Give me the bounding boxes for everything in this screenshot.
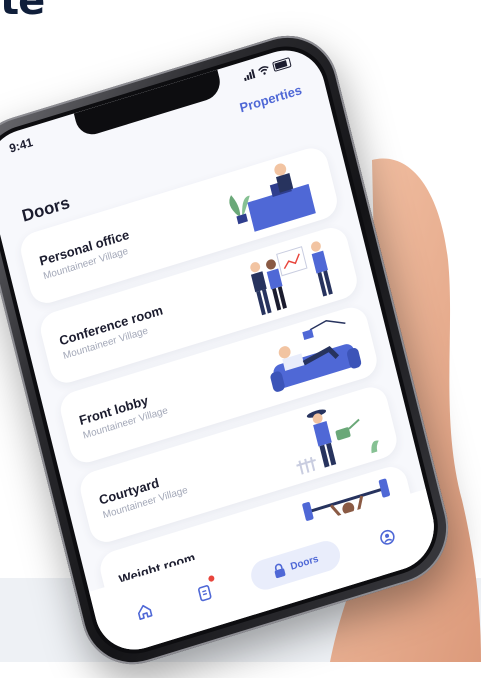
signal-icon [243,68,256,81]
tab-profile[interactable] [372,521,403,554]
home-icon [138,604,153,620]
page-title: Doors [20,192,72,226]
app-screen: 9:41 Properties Doors Personal office Mo… [0,40,443,660]
gardener-illustration [296,409,379,475]
status-icons [242,57,292,81]
tab-home[interactable] [129,595,160,628]
tab-doors[interactable]: Doors [248,537,344,594]
properties-link[interactable]: Properties [238,82,303,115]
notification-dot [207,574,215,583]
battery-icon [272,57,292,72]
notch [73,69,224,139]
sofa-lounge-illustration [270,319,362,392]
office-desk-illustration [229,163,316,232]
tab-documents[interactable] [189,574,220,610]
meeting-people-illustration [250,241,333,316]
lock-icon [274,563,286,579]
user-circle-icon [379,529,395,545]
document-icon [197,585,212,602]
status-time: 9:41 [7,134,35,156]
tab-doors-label: Doors [289,553,320,573]
wifi-icon [257,65,269,75]
phone-bezel: 9:41 Properties Doors Personal office Mo… [0,35,448,665]
headline-fragment: te [0,0,45,24]
